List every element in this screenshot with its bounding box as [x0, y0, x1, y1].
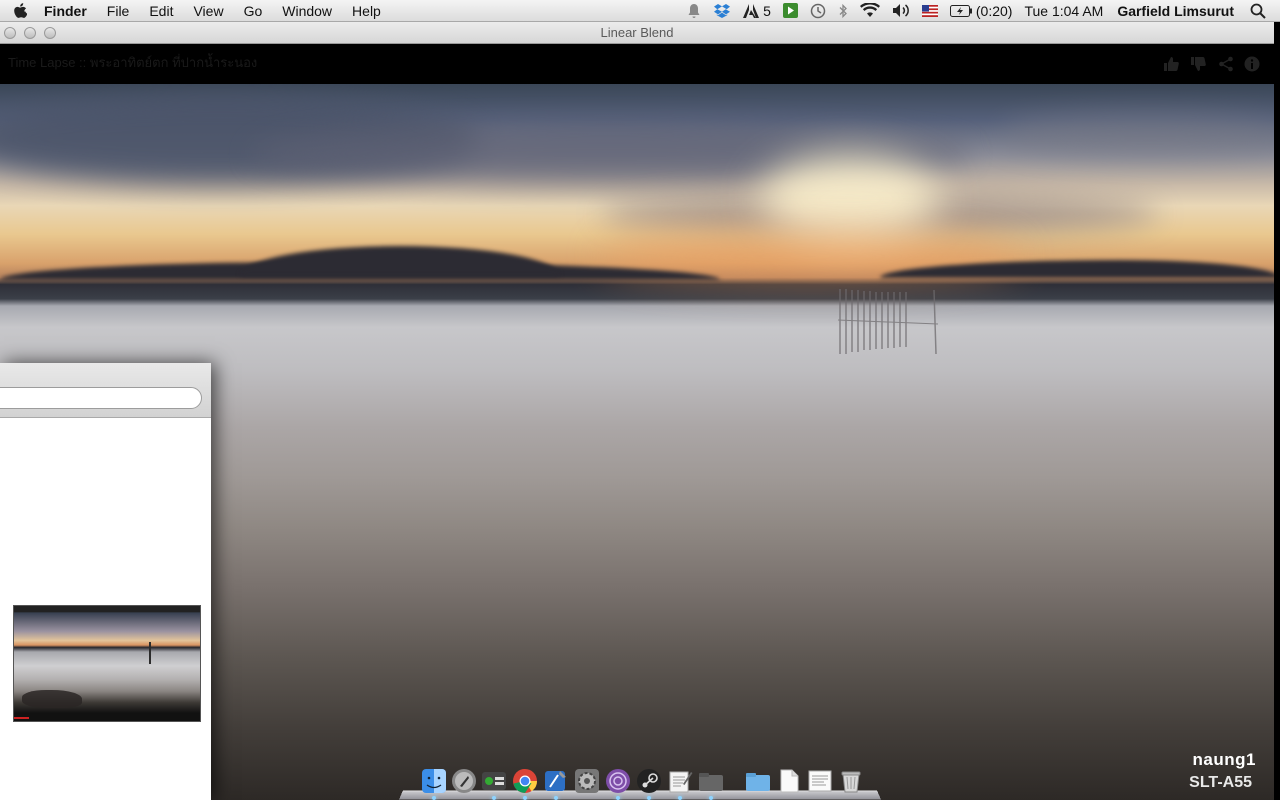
share-icon[interactable] — [1218, 56, 1234, 72]
tor-icon[interactable] — [605, 768, 631, 794]
xcode-running-indicator — [554, 796, 558, 800]
trash-icon[interactable] — [838, 768, 864, 794]
spotlight-icon[interactable] — [1244, 0, 1272, 22]
menu-edit[interactable]: Edit — [139, 0, 183, 22]
zoom-window-button[interactable] — [44, 27, 56, 39]
menu-go[interactable]: Go — [234, 0, 273, 22]
textedit-icon[interactable] — [667, 768, 693, 794]
launchpad-icon[interactable] — [451, 768, 477, 794]
sun-glow — [760, 154, 940, 244]
window-title: Linear Blend — [600, 25, 674, 40]
documents-folder-icon[interactable] — [745, 768, 771, 794]
file-icon[interactable] — [776, 768, 802, 794]
background-window-panel[interactable] — [0, 363, 211, 800]
dashboard-running-indicator — [492, 796, 496, 800]
adobe-count: 5 — [763, 2, 771, 19]
dock — [398, 756, 882, 800]
cloud-shape — [1000, 114, 1274, 154]
minimize-window-button[interactable] — [24, 27, 36, 39]
volume-icon[interactable] — [886, 0, 916, 22]
adobe-icon[interactable]: 5 — [737, 0, 777, 22]
menu-app-finder[interactable]: Finder — [40, 0, 97, 22]
video-thumbnail[interactable] — [13, 605, 201, 722]
time-machine-icon[interactable] — [804, 0, 832, 22]
info-icon[interactable] — [1244, 56, 1260, 72]
menu-bar: Finder File Edit View Go Window Help 5 (… — [0, 0, 1280, 22]
menu-window[interactable]: Window — [272, 0, 342, 22]
panel-toolbar — [0, 363, 211, 418]
notification-icon[interactable] — [681, 0, 707, 22]
clock[interactable]: Tue 1:04 AM — [1018, 0, 1109, 22]
wifi-icon[interactable] — [854, 0, 886, 22]
watermark-camera: SLT-A55 — [1189, 774, 1252, 791]
battery-time: (0:20) — [975, 2, 1013, 19]
watermark-username: naung1 — [1192, 750, 1256, 769]
system-preferences-icon[interactable] — [574, 768, 600, 794]
finder-icon[interactable] — [421, 768, 447, 794]
steam-running-indicator — [647, 796, 651, 800]
media-icon[interactable] — [777, 0, 804, 22]
like-icon[interactable] — [1163, 56, 1179, 72]
close-window-button[interactable] — [4, 27, 16, 39]
steam-icon[interactable] — [636, 768, 662, 794]
folder-dark-icon[interactable] — [698, 768, 724, 794]
folder-running-indicator — [709, 796, 713, 800]
window-titlebar[interactable]: Linear Blend — [0, 22, 1274, 44]
chrome-running-indicator — [523, 796, 527, 800]
battery-icon[interactable]: (0:20) — [944, 0, 1019, 22]
hill-shape — [240, 246, 560, 276]
video-header: Time Lapse :: พระอาทิตย์ตก ที่ปากน้ำระนอ… — [0, 44, 1274, 84]
user-name[interactable]: Garfield Limsurut — [1109, 0, 1244, 22]
xcode-icon[interactable] — [543, 768, 569, 794]
fence-structure — [837, 289, 939, 355]
textedit-running-indicator — [678, 796, 682, 800]
menu-help[interactable]: Help — [342, 0, 391, 22]
chrome-icon[interactable] — [512, 768, 538, 794]
text-document-icon[interactable] — [807, 768, 833, 794]
menu-file[interactable]: File — [97, 0, 140, 22]
rock-shape — [22, 690, 82, 708]
apple-menu-icon[interactable] — [0, 2, 40, 19]
dislike-icon[interactable] — [1190, 56, 1206, 72]
menu-view[interactable]: View — [183, 0, 233, 22]
post-shape — [149, 642, 151, 664]
search-input[interactable] — [0, 387, 202, 409]
thumbnail-control-bar — [14, 716, 200, 721]
bluetooth-icon[interactable] — [832, 0, 854, 22]
dashboard-icon[interactable] — [481, 768, 507, 794]
finder-running-indicator — [432, 796, 436, 800]
thumbnail-progress — [14, 717, 29, 719]
tor-running-indicator — [616, 796, 620, 800]
dropbox-icon[interactable] — [707, 0, 737, 22]
video-title[interactable]: Time Lapse :: พระอาทิตย์ตก ที่ปากน้ำระนอ… — [8, 52, 257, 73]
flag-icon[interactable] — [916, 0, 944, 22]
